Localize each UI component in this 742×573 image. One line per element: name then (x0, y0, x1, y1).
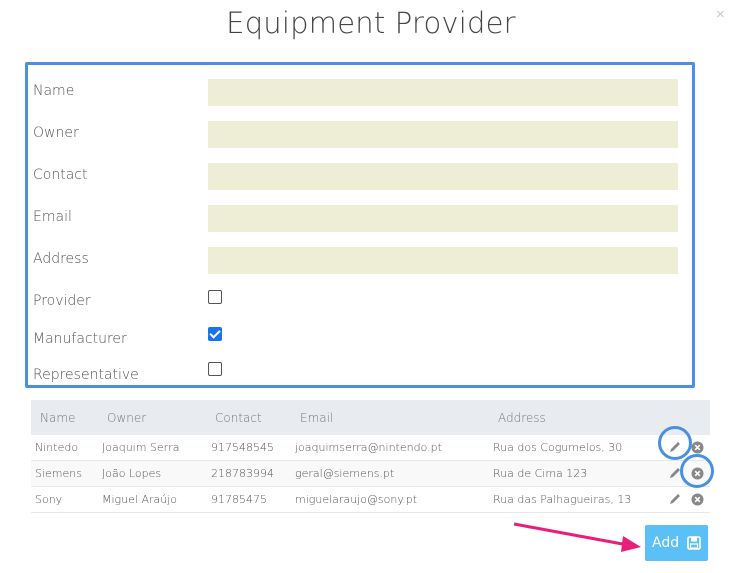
cell-name: Nintedo (35, 441, 79, 454)
cell-email: miguelaraujo@sony.pt (295, 493, 418, 506)
contact-field[interactable] (208, 163, 678, 190)
header-name: Name (40, 411, 76, 425)
form-row-representative: Representative (28, 362, 692, 392)
representative-checkbox[interactable] (208, 362, 222, 376)
header-owner: Owner (107, 411, 147, 425)
dialog-title: Equipment Provider (226, 6, 516, 40)
close-icon[interactable]: × (716, 6, 725, 24)
arrow-annotation (513, 522, 641, 552)
cell-owner: Miguel Araújo (102, 493, 177, 506)
cell-name: Siemens (35, 467, 82, 480)
cell-address: Rua de Cima 123 (493, 467, 588, 480)
form-row-contact: Contact (28, 163, 692, 193)
contact-label: Contact (33, 167, 88, 183)
form-row-name: Name (28, 79, 692, 109)
manufacturer-checkbox[interactable] (208, 327, 222, 341)
save-icon (687, 536, 701, 550)
delete-circle-icon[interactable] (691, 493, 704, 506)
email-label: Email (33, 209, 72, 225)
pencil-icon[interactable] (668, 492, 682, 506)
header-contact: Contact (215, 411, 262, 425)
form-row-address: Address (28, 247, 692, 277)
cell-contact: 917548545 (211, 441, 274, 454)
cell-address: Rua dos Cogumelos, 30 (493, 441, 623, 454)
name-field[interactable] (208, 79, 678, 106)
provider-form: Name Owner Contact Email Address Provide… (25, 62, 695, 388)
representative-label: Representative (33, 367, 139, 383)
add-button[interactable]: Add (645, 525, 708, 561)
header-address: Address (498, 411, 546, 425)
address-label: Address (33, 251, 89, 267)
pencil-icon[interactable] (668, 440, 682, 454)
name-label: Name (33, 83, 75, 99)
form-row-provider: Provider (28, 288, 692, 318)
delete-circle-icon[interactable] (691, 441, 704, 454)
email-field[interactable] (208, 205, 678, 232)
manufacturer-label: Manufacturer (33, 331, 127, 347)
provider-label: Provider (33, 293, 91, 309)
header-email: Email (300, 411, 334, 425)
cell-owner: João Lopes (102, 467, 162, 480)
pencil-icon[interactable] (668, 466, 682, 480)
cell-owner: Joaquim Serra (102, 441, 180, 454)
delete-circle-icon[interactable] (691, 467, 704, 480)
table-row: Nintedo Joaquim Serra 917548545 joaquims… (31, 435, 710, 461)
providers-table: Name Owner Contact Email Address Nintedo… (31, 400, 710, 513)
add-button-label: Add (652, 535, 680, 551)
owner-field[interactable] (208, 121, 678, 148)
form-row-manufacturer: Manufacturer (28, 325, 692, 355)
table-row: Siemens João Lopes 218783994 geral@sieme… (31, 461, 710, 487)
owner-label: Owner (33, 125, 79, 141)
table-header: Name Owner Contact Email Address (31, 400, 710, 435)
cell-contact: 218783994 (211, 467, 274, 480)
provider-checkbox[interactable] (208, 290, 222, 304)
cell-name: Sony (35, 493, 63, 506)
cell-address: Rua das Palhagueiras, 13 (493, 493, 632, 506)
address-field[interactable] (208, 247, 678, 274)
cell-contact: 91785475 (211, 493, 267, 506)
cell-email: geral@siemens.pt (295, 467, 395, 480)
cell-email: joaquimserra@nintendo.pt (295, 441, 442, 454)
table-row: Sony Miguel Araújo 91785475 miguelaraujo… (31, 487, 710, 513)
form-row-email: Email (28, 205, 692, 235)
form-row-owner: Owner (28, 121, 692, 151)
